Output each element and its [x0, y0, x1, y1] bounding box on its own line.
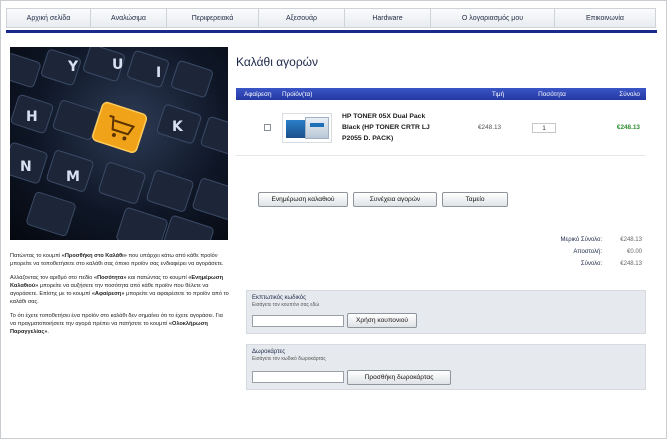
help-text: Πατώντας το κουμπί — [10, 253, 62, 259]
page-title: Καλάθι αγορών — [236, 55, 319, 69]
total-row: Σύνολο: €248.13 — [470, 258, 642, 270]
subtotal-value: €248.13 — [620, 237, 642, 243]
svg-text:N: N — [20, 159, 32, 175]
remove-checkbox[interactable] — [264, 124, 271, 131]
header-quantity: Ποσότητα — [538, 90, 566, 98]
continue-shopping-button[interactable]: Συνέχεια αγορών — [353, 192, 437, 207]
unit-price: €248.13 — [478, 124, 502, 131]
help-text-bold: «Αφαίρεση» — [91, 291, 125, 297]
giftcard-panel: Δωροκάρτες Εισάγετε τον κωδικό δωροκάρτα… — [246, 344, 646, 390]
checkout-button[interactable]: Ταμείο — [442, 192, 508, 207]
help-text: και πατώντας το κουμπί — [126, 275, 189, 281]
svg-text:I: I — [156, 65, 161, 81]
product-name-line: Black (HP TONER CRTR LJ — [342, 124, 430, 131]
svg-text:U: U — [112, 57, 123, 73]
help-paragraph-add: Πατώντας το κουμπί «Προσθήκη στο Καλάθι»… — [10, 252, 230, 268]
quantity-cell: 1 — [518, 122, 586, 133]
top-navigation: Αρχική σελίδα Αναλώσιμα Περιφερειακά Αξε… — [6, 8, 656, 28]
svg-text:H: H — [26, 109, 38, 125]
giftcard-hint: Εισάγετε τον κωδικό δωροκάρτας — [252, 356, 326, 362]
coupon-hint: Εισάγετε τον κουπόνι σας εδώ — [252, 302, 320, 308]
update-cart-button[interactable]: Ενημέρωση καλαθιού — [258, 192, 348, 207]
product-name[interactable]: HP TONER 05X Dual Pack Black (HP TONER C… — [342, 111, 472, 144]
shipping-row: Αποστολή: €0.00 — [470, 246, 642, 258]
help-text: Αλλάζοντας τον αριθμό στο πεδίο — [10, 275, 94, 281]
cart-summary: Μερικό Σύνολο: €248.13 Αποστολή: €0.00 Σ… — [470, 234, 642, 270]
coupon-title: Εκπτωτικός κωδικός — [252, 295, 306, 301]
remove-cell — [236, 124, 282, 131]
coupon-input[interactable] — [252, 315, 344, 327]
help-text: . — [47, 329, 49, 335]
svg-text:Y: Y — [67, 59, 79, 75]
help-paragraph-quantity: Αλλάζοντας τον αριθμό στο πεδίο «Ποσότητ… — [10, 274, 230, 306]
shipping-label: Αποστολή: — [573, 249, 602, 255]
coupon-panel: Εκπτωτικός κωδικός Εισάγετε τον κουπόνι … — [246, 290, 646, 334]
svg-text:M: M — [66, 169, 80, 185]
nav-accessories[interactable]: Αξεσουάρ — [259, 9, 345, 27]
toner-product-image[interactable] — [282, 112, 332, 143]
nav-hardware[interactable]: Hardware — [345, 9, 431, 27]
nav-contact[interactable]: Επικοινωνία — [555, 9, 655, 27]
help-paragraph-checkout: Το ότι έχετε τοποθετήσει ένα προϊόν στο … — [10, 312, 230, 336]
keyboard-cart-key-image: Y U I H K N M — [10, 47, 228, 240]
shipping-value: €0.00 — [626, 249, 642, 255]
nav-my-account[interactable]: Ο λογαριασμός μου — [431, 9, 555, 27]
nav-peripherals[interactable]: Περιφερειακά — [167, 9, 259, 27]
product-name-line: P2055 D. PACK) — [342, 135, 394, 142]
help-text-bold: «Ποσότητα» — [93, 275, 127, 281]
cart-help-text: Πατώντας το κουμπί «Προσθήκη στο Καλάθι»… — [10, 252, 230, 342]
total-value: €248.13 — [620, 261, 642, 267]
help-text-bold: «Προσθήκη στο Καλάθι» — [61, 253, 127, 259]
subtotal-row: Μερικό Σύνολο: €248.13 — [470, 234, 642, 246]
line-total: €248.13 — [616, 124, 640, 131]
product-name-line: HP TONER 05X Dual Pack — [342, 113, 426, 120]
product-cell: HP TONER 05X Dual Pack Black (HP TONER C… — [282, 111, 478, 144]
header-price: Τιμή — [491, 90, 505, 98]
nav-consumables[interactable]: Αναλώσιμα — [91, 9, 167, 27]
svg-text:K: K — [172, 119, 184, 135]
quantity-input[interactable]: 1 — [532, 122, 556, 133]
add-giftcard-button[interactable]: Προσθήκη δωροκάρτας — [347, 370, 451, 385]
giftcard-input[interactable] — [252, 371, 344, 383]
subtotal-label: Μερικό Σύνολο: — [560, 237, 602, 243]
cart-table: Αφαίρεση Προϊόν(τα) Τιμή Ποσότητα Σύνολο… — [236, 88, 646, 156]
cart-table-header: Αφαίρεση Προϊόν(τα) Τιμή Ποσότητα Σύνολο — [236, 88, 646, 100]
nav-home[interactable]: Αρχική σελίδα — [7, 9, 91, 27]
header-product: Προϊόν(τα) — [282, 90, 313, 98]
header-remove: Αφαίρεση — [244, 90, 272, 98]
header-divider — [6, 30, 657, 33]
table-row: HP TONER 05X Dual Pack Black (HP TONER C… — [236, 100, 646, 156]
total-label: Σύνολο: — [580, 261, 602, 267]
apply-coupon-button[interactable]: Χρήση κουπονιού — [347, 313, 417, 328]
header-total: Σύνολο — [619, 90, 640, 98]
giftcard-title: Δωροκάρτες — [252, 349, 286, 355]
